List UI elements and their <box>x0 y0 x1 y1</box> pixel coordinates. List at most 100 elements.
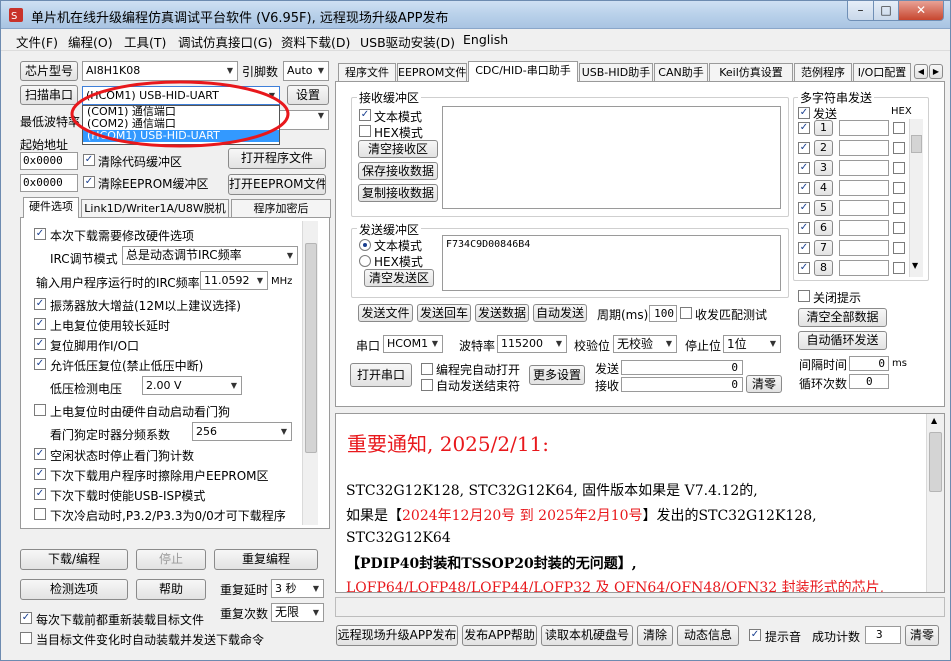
reload-checkbox[interactable]: ✓ <box>20 612 32 624</box>
clear-code-checkbox[interactable]: ✓ <box>83 154 95 166</box>
clear-count-button[interactable]: 清零 <box>746 375 782 393</box>
multi-send-row-checkbox[interactable]: ✓ <box>798 262 810 274</box>
tab-scroll-right[interactable]: ▶ <box>929 64 943 79</box>
clear-send-button[interactable]: 清空发送区 <box>364 269 434 287</box>
close-tip-checkbox[interactable] <box>798 290 810 302</box>
option-checkbox[interactable]: ✓ <box>34 448 46 460</box>
send-return-button[interactable]: 发送回车 <box>417 304 471 322</box>
close-button[interactable]: ✕ <box>898 1 944 21</box>
menu-debug[interactable]: 调试仿真接口(G) <box>178 32 272 51</box>
beep-checkbox[interactable]: ✓ <box>749 629 761 641</box>
minimize-button[interactable]: – <box>847 1 874 21</box>
baud-rate-select[interactable]: 115200 ▼ <box>497 335 567 353</box>
send-hex-mode-radio[interactable] <box>359 255 371 267</box>
multi-send-row-hex-checkbox[interactable] <box>893 122 905 134</box>
wdt-prescaler-select[interactable]: 256 ▼ <box>192 422 292 441</box>
menu-program[interactable]: 编程(O) <box>68 32 113 51</box>
addr-eeprom-input[interactable]: 0x0000 <box>20 174 78 192</box>
serial-port-select[interactable]: HCOM1 ▼ <box>383 335 443 353</box>
remote-upgrade-button[interactable]: 远程现场升级APP发布 <box>336 625 458 646</box>
wdt-checkbox[interactable] <box>34 404 46 416</box>
check-options-button[interactable]: 检测选项 <box>20 579 128 600</box>
open-program-button[interactable]: 打开程序文件 <box>228 148 326 169</box>
option-checkbox[interactable]: ✓ <box>34 338 46 350</box>
auto-loop-button[interactable]: 自动循环发送 <box>798 331 887 350</box>
multi-send-row-hex-checkbox[interactable] <box>893 142 905 154</box>
multi-send-row-checkbox[interactable]: ✓ <box>798 142 810 154</box>
multi-send-row-input[interactable] <box>839 200 889 216</box>
multi-send-scrollbar[interactable]: ▼ <box>909 119 923 277</box>
notice-scrollbar[interactable]: ▲ <box>926 414 944 592</box>
send-text-mode-radio[interactable] <box>359 239 371 251</box>
tab-usb-hid[interactable]: USB-HID助手 <box>579 63 653 82</box>
multi-send-row-checkbox[interactable]: ✓ <box>798 182 810 194</box>
multi-send-row-input[interactable] <box>839 260 889 276</box>
multi-send-row-hex-checkbox[interactable] <box>893 222 905 234</box>
tab-eeprom-file[interactable]: EEPROM文件 <box>397 63 467 82</box>
tab-examples[interactable]: 范例程序 <box>794 63 852 82</box>
auto-send-end-checkbox[interactable] <box>421 379 433 391</box>
download-button[interactable]: 下载/编程 <box>20 549 128 570</box>
multi-send-row-input[interactable] <box>839 120 889 136</box>
tab-hardware-options[interactable]: 硬件选项 <box>23 197 79 218</box>
multi-send-row-checkbox[interactable]: ✓ <box>798 222 810 234</box>
menu-file[interactable]: 文件(F) <box>16 32 58 51</box>
repeat-delay-select[interactable]: 3 秒 ▼ <box>271 579 324 598</box>
help-button[interactable]: 帮助 <box>136 579 206 600</box>
multi-send-row-checkbox[interactable]: ✓ <box>798 122 810 134</box>
clear-receive-button[interactable]: 清空接收区 <box>358 140 438 158</box>
auto-open-checkbox[interactable] <box>421 363 433 375</box>
irc-freq-select[interactable]: 11.0592 ▼ <box>200 271 268 290</box>
tab-encryption[interactable]: 程序加密后 <box>231 199 331 218</box>
interval-input[interactable]: 0 <box>849 356 889 371</box>
recv-text-mode-checkbox[interactable]: ✓ <box>359 109 371 121</box>
multi-send-row-input[interactable] <box>839 160 889 176</box>
multi-send-row-button[interactable]: 6 <box>814 220 833 236</box>
publish-help-button[interactable]: 发布APP帮助 <box>462 625 537 646</box>
option-checkbox[interactable]: ✓ <box>34 318 46 330</box>
recv-hex-mode-checkbox[interactable] <box>359 125 371 137</box>
read-disk-button[interactable]: 读取本机硬盘号 <box>541 625 633 646</box>
repeat-count-select[interactable]: 无限 ▼ <box>271 603 324 622</box>
send-data-button[interactable]: 发送数据 <box>475 304 529 322</box>
send-textarea[interactable]: F734C9D00846B4 <box>442 235 781 291</box>
clear-success-button[interactable]: 清零 <box>905 625 939 646</box>
lvd-select[interactable]: 2.00 V ▼ <box>142 376 242 395</box>
multi-send-row-input[interactable] <box>839 240 889 256</box>
send-file-button[interactable]: 发送文件 <box>358 304 413 322</box>
tab-program-file[interactable]: 程序文件 <box>338 63 396 82</box>
clear-all-button[interactable]: 清空全部数据 <box>798 308 887 327</box>
menu-tools[interactable]: 工具(T) <box>124 32 166 51</box>
menu-usb-driver[interactable]: USB驱动安装(D) <box>360 32 455 51</box>
multi-send-row-button[interactable]: 2 <box>814 140 833 156</box>
multi-send-row-input[interactable] <box>839 220 889 236</box>
tab-link1d[interactable]: Link1D/Writer1A/U8W脱机 <box>81 199 229 218</box>
multi-send-row-button[interactable]: 3 <box>814 160 833 176</box>
save-receive-button[interactable]: 保存接收数据 <box>358 162 438 180</box>
stop-button[interactable]: 停止 <box>136 549 206 570</box>
loop-count-input[interactable]: 0 <box>849 374 889 389</box>
addr-code-input[interactable]: 0x0000 <box>20 152 78 170</box>
multi-send-row-button[interactable]: 8 <box>814 260 833 276</box>
dynamic-info-button[interactable]: 动态信息 <box>677 625 739 646</box>
multi-send-row-checkbox[interactable]: ✓ <box>798 162 810 174</box>
multi-send-row-input[interactable] <box>839 140 889 156</box>
tab-can[interactable]: CAN助手 <box>654 63 708 82</box>
option-checkbox[interactable] <box>34 508 46 520</box>
multi-send-row-hex-checkbox[interactable] <box>893 242 905 254</box>
tab-scroll-left[interactable]: ◀ <box>914 64 928 79</box>
multi-send-row-button[interactable]: 7 <box>814 240 833 256</box>
match-test-checkbox[interactable] <box>680 307 692 319</box>
multi-send-all-checkbox[interactable]: ✓ <box>798 107 810 119</box>
multi-send-row-hex-checkbox[interactable] <box>893 162 905 174</box>
clear-eeprom-checkbox[interactable]: ✓ <box>83 176 95 188</box>
maximize-button[interactable]: □ <box>873 1 899 21</box>
option-checkbox[interactable]: ✓ <box>34 488 46 500</box>
menu-download[interactable]: 资料下载(D) <box>281 32 350 51</box>
clear-button[interactable]: 清除 <box>637 625 673 646</box>
auto-load-checkbox[interactable] <box>20 632 32 644</box>
tab-keil[interactable]: Keil仿真设置 <box>709 63 793 82</box>
multi-send-row-button[interactable]: 1 <box>814 120 833 136</box>
receive-textarea[interactable] <box>442 106 781 209</box>
more-settings-button[interactable]: 更多设置 <box>529 365 585 385</box>
